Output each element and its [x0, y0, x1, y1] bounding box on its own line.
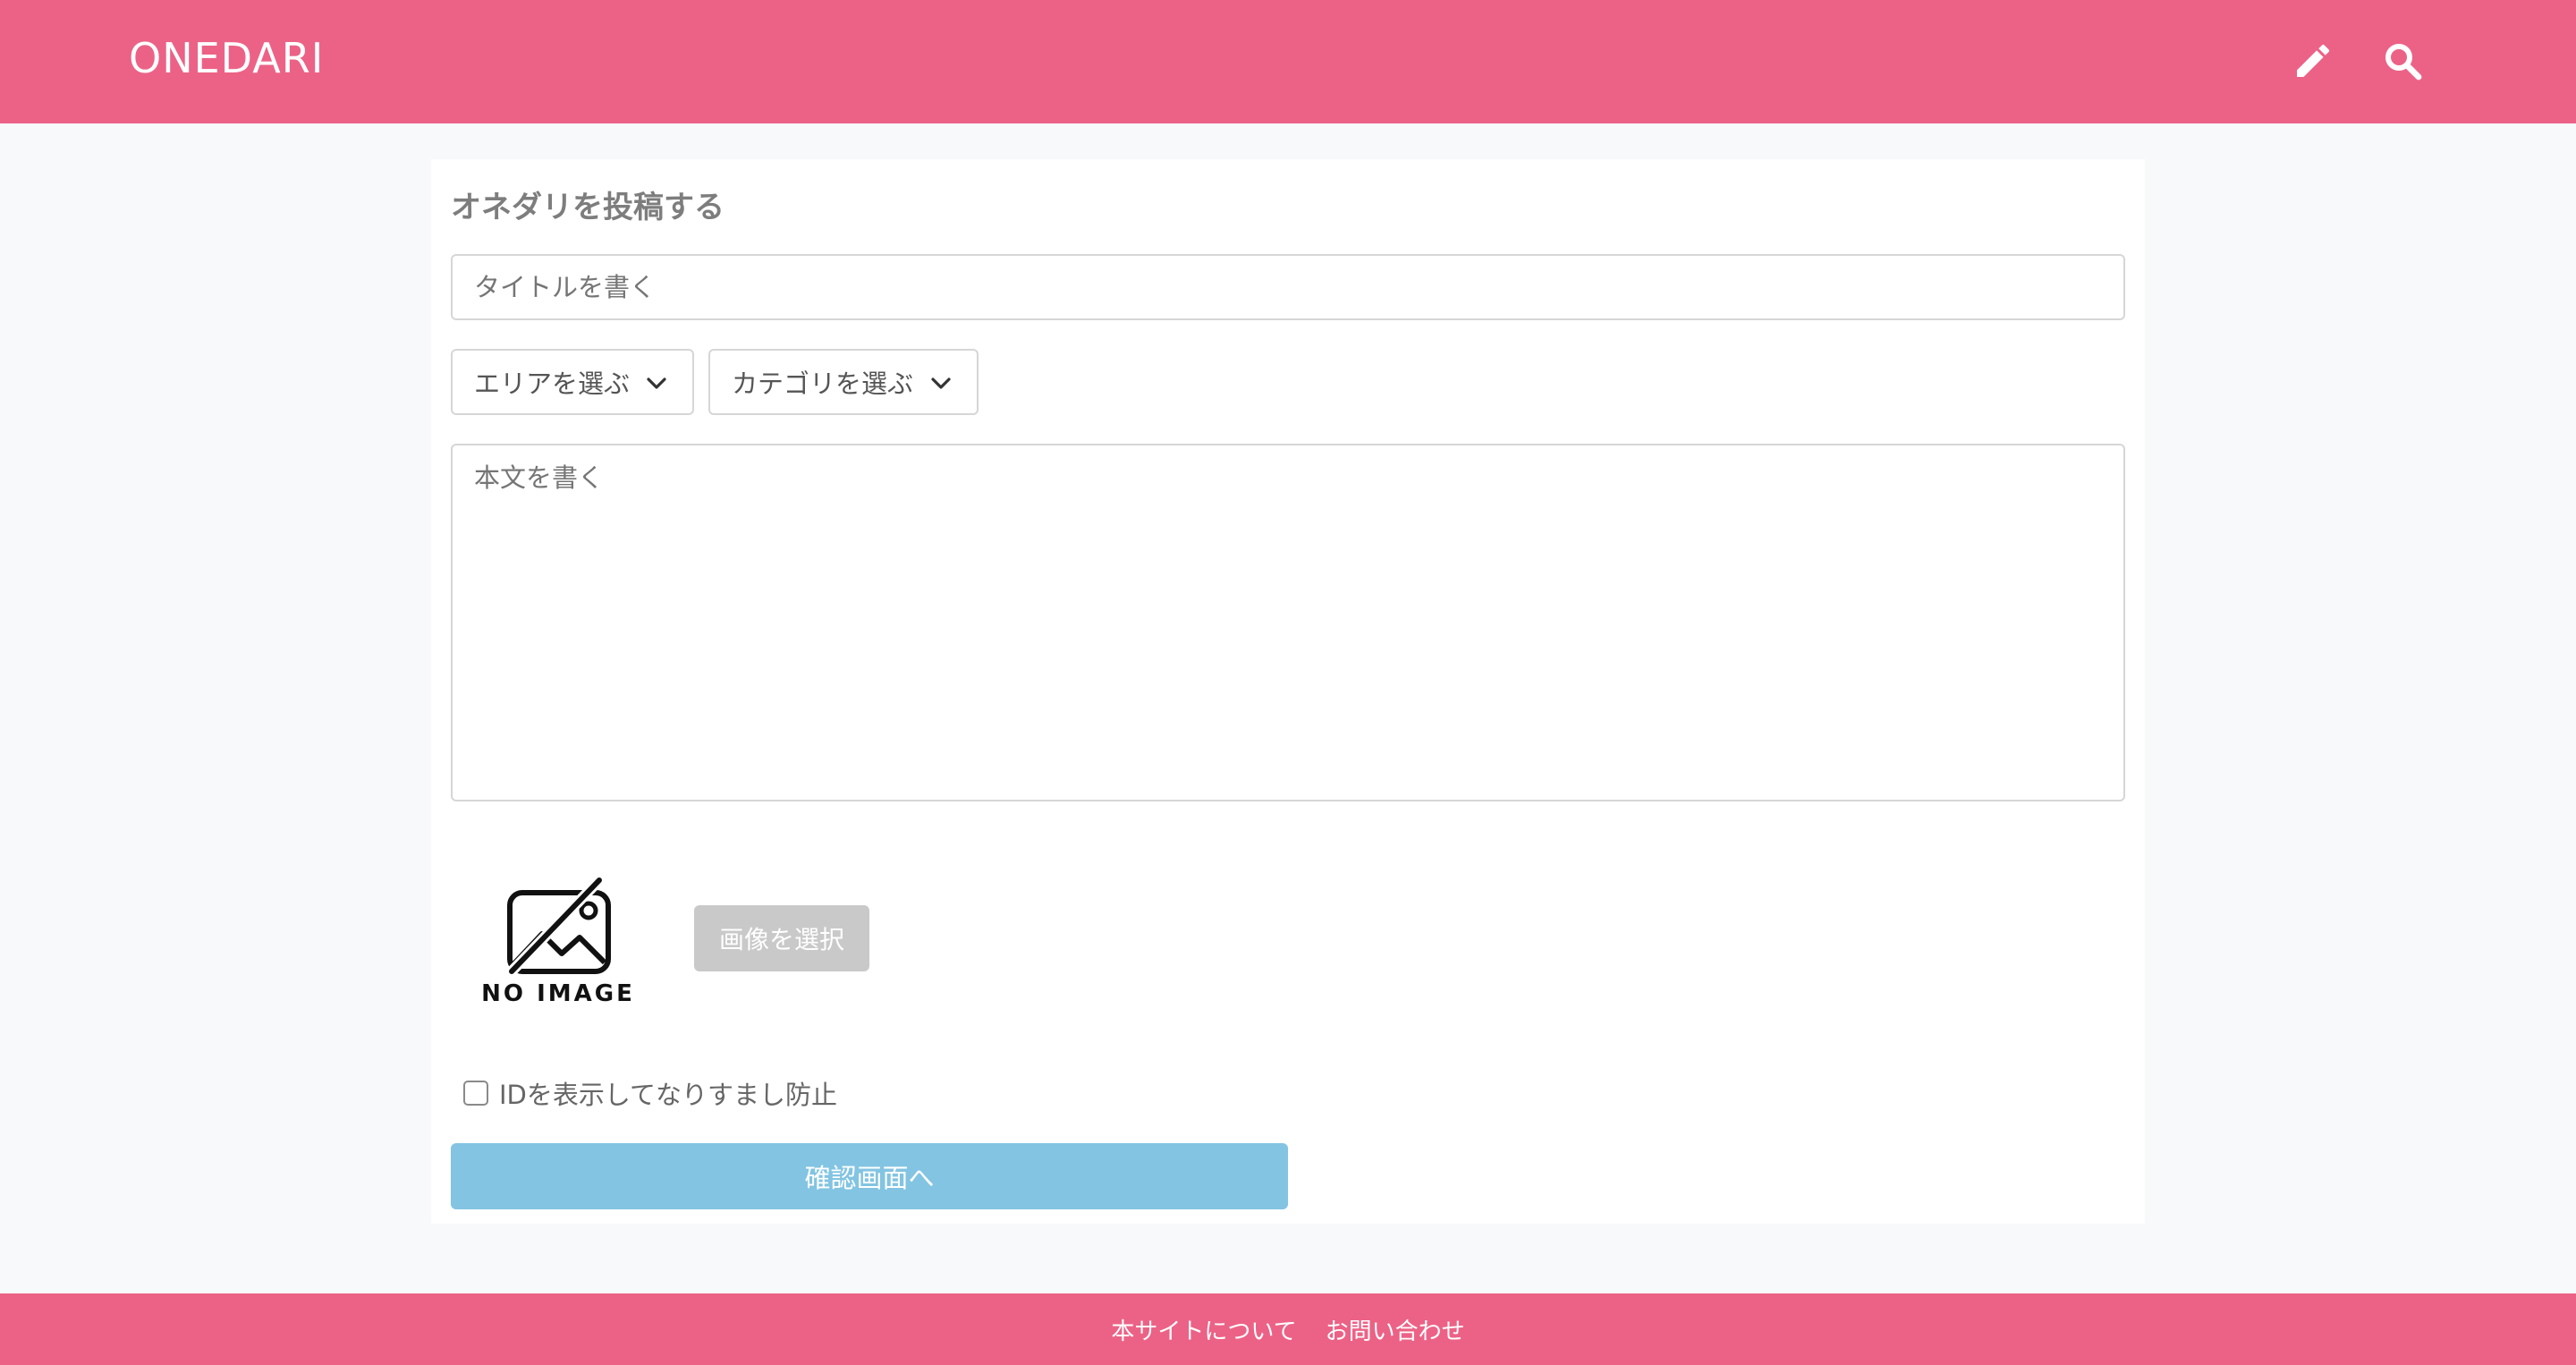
page-title: オネダリを投稿する [451, 190, 724, 225]
chevron-down-icon [647, 377, 666, 389]
show-id-checkbox-row[interactable]: IDを表示してなりすまし防止 [463, 1075, 837, 1111]
confirm-button[interactable]: 確認画面へ [451, 1143, 1288, 1209]
chevron-down-icon [931, 377, 951, 389]
header: ONEDARI [0, 0, 2576, 123]
footer-link-about[interactable]: 本サイトについて [1111, 1313, 1296, 1346]
title-input[interactable] [451, 254, 2125, 320]
select-image-button[interactable]: 画像を選択 [694, 905, 869, 971]
search-icon[interactable] [2381, 39, 2424, 82]
site-logo[interactable]: ONEDARI [129, 34, 324, 82]
show-id-checkbox[interactable] [463, 1081, 488, 1106]
show-id-checkbox-label[interactable]: IDを表示してなりすまし防止 [499, 1074, 837, 1112]
pencil-icon[interactable] [2292, 39, 2334, 82]
category-select-label: カテゴリを選ぶ [732, 369, 914, 399]
body-textarea[interactable] [451, 444, 2125, 801]
footer: 本サイトについて お問い合わせ [0, 1293, 2576, 1365]
category-select[interactable]: カテゴリを選ぶ [708, 349, 979, 415]
area-select[interactable]: エリアを選ぶ [451, 349, 694, 415]
area-select-label: エリアを選ぶ [474, 369, 631, 399]
no-image-text: NO IMAGE [481, 980, 635, 1007]
footer-link-contact[interactable]: お問い合わせ [1326, 1313, 1465, 1346]
